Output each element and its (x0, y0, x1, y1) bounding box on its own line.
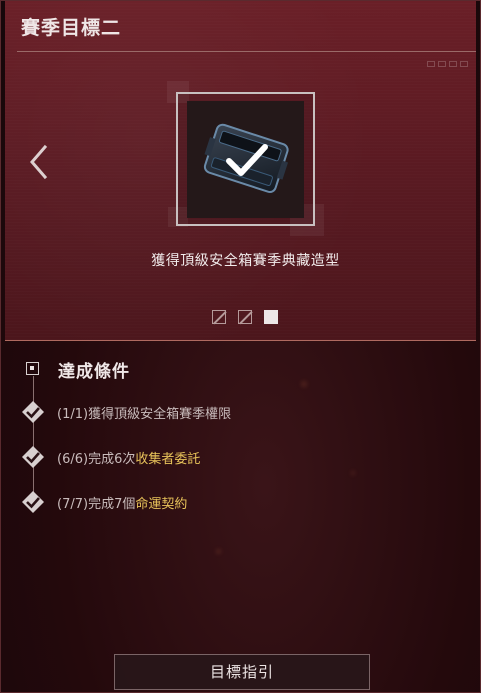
pager-dot-active[interactable] (264, 310, 278, 324)
condition-progress: (1/1) (57, 406, 89, 422)
season-goal-window: 賽季目標二 獲得頂級安全箱賽季典藏造型 達成條件 (1/1)獲得頂級安全箱賽季權… (0, 0, 481, 693)
panel-title: 賽季目標二 (21, 17, 122, 39)
completed-check-icon (22, 401, 44, 423)
condition-item: (6/6)完成6次收集者委託 (21, 445, 200, 469)
reward-pager (212, 310, 278, 324)
pager-dot[interactable] (238, 310, 252, 324)
condition-text: 完成6次 (88, 451, 136, 467)
condition-highlight: 命運契約 (135, 496, 188, 512)
reward-preview-panel: 賽季目標二 獲得頂級安全箱賽季典藏造型 (5, 1, 476, 341)
condition-progress: (6/6) (57, 451, 89, 467)
reward-item-image (187, 101, 304, 218)
condition-progress: (7/7) (57, 496, 89, 512)
title-divider (17, 51, 476, 52)
goal-guide-button[interactable]: 目標指引 (114, 654, 370, 690)
condition-text: 完成7個 (88, 496, 136, 512)
reward-item-frame[interactable] (176, 92, 315, 226)
reward-caption: 獲得頂級安全箱賽季典藏造型 (151, 253, 340, 269)
completed-check-icon (22, 446, 44, 468)
conditions-title: 達成條件 (58, 362, 130, 382)
condition-item: (7/7)完成7個命運契約 (21, 490, 187, 514)
previous-arrow-icon[interactable] (27, 144, 51, 180)
condition-highlight: 收集者委託 (135, 451, 201, 467)
secure-case-icon (203, 123, 289, 194)
decorative-boxes (427, 61, 468, 67)
completed-check-icon (22, 491, 44, 513)
section-marker-icon (26, 362, 39, 375)
condition-text: 獲得頂級安全箱賽季權限 (88, 406, 232, 422)
condition-item: (1/1)獲得頂級安全箱賽季權限 (21, 400, 231, 424)
pager-dot[interactable] (212, 310, 226, 324)
timeline-line (33, 376, 34, 506)
